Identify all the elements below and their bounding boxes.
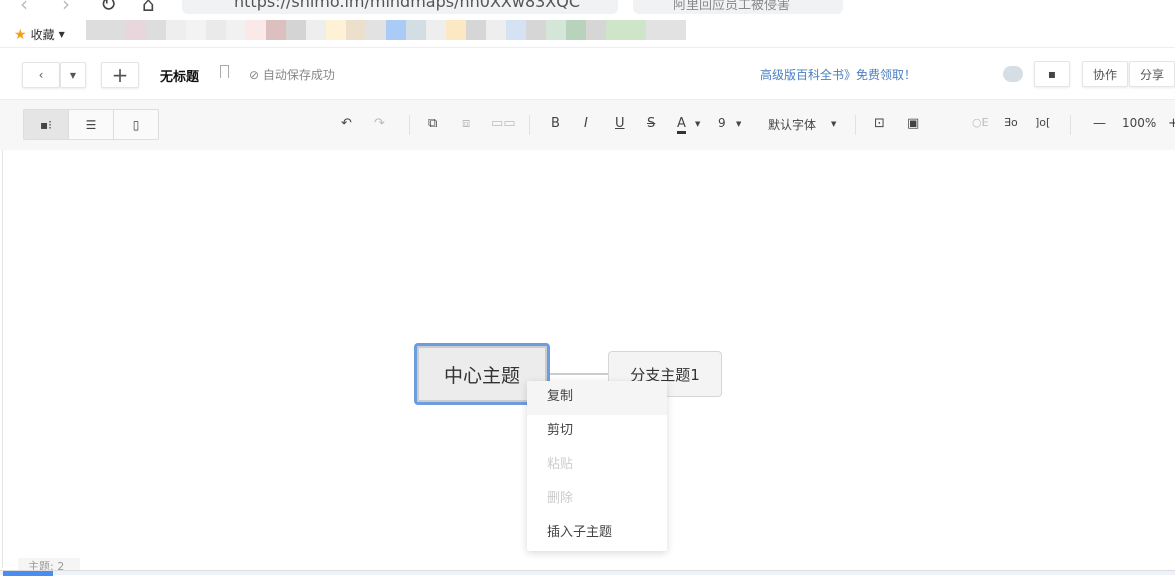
- forward-icon[interactable]: ›: [62, 0, 70, 16]
- bookmark-favorites[interactable]: ★ 收藏 ▼: [14, 26, 65, 43]
- new-button[interactable]: +: [101, 62, 139, 88]
- font-size-select[interactable]: 9: [718, 116, 726, 130]
- caret-down-icon: ▼: [58, 30, 65, 39]
- document-title[interactable]: 无标题: [160, 66, 199, 85]
- comment-button[interactable]: ▪: [1034, 61, 1070, 87]
- bookmark-icon[interactable]: [220, 65, 229, 78]
- address-bar[interactable]: https://shimo.im/mindmaps/nn0XXw83XQC: [182, 0, 618, 14]
- save-status-text: 自动保存成功: [262, 68, 335, 82]
- list-icon: ☰: [85, 117, 97, 132]
- align-right-icon[interactable]: ∃o: [1004, 116, 1018, 129]
- menu-item-copy[interactable]: 复制: [527, 381, 667, 415]
- view-mode-switch: ▪⁝ ☰ ▯: [23, 109, 159, 140]
- zoom-in-button[interactable]: +: [1168, 116, 1175, 131]
- context-menu: 复制 剪切 粘贴 删除 插入子主题: [527, 381, 667, 551]
- back-icon[interactable]: ‹: [20, 0, 28, 16]
- caret-down-icon[interactable]: ▼: [695, 120, 700, 128]
- app-header: ‹ ▼ + 无标题 ⊘ 自动保存成功 高级版百科全书》免费领取！ ▪ 协作 分享: [0, 48, 1175, 100]
- strikethrough-button[interactable]: S: [647, 116, 655, 131]
- collaborate-button[interactable]: 协作: [1082, 61, 1128, 87]
- taskbar-strip: [0, 570, 1175, 576]
- check-circle-icon: ⊘: [249, 68, 263, 82]
- outline-view-button[interactable]: ☰: [69, 110, 114, 139]
- caret-down-icon: ▼: [831, 120, 837, 128]
- zoom-out-button[interactable]: —: [1093, 116, 1106, 131]
- menu-item-insert-child[interactable]: 插入子主题: [527, 517, 667, 551]
- divider: [409, 115, 410, 135]
- sidebar-icon: ▯: [132, 117, 140, 132]
- menu-item-paste: 粘贴: [547, 457, 574, 472]
- save-status: ⊘ 自动保存成功: [249, 66, 335, 83]
- align-left-icon[interactable]: ○E: [972, 116, 989, 129]
- undo-icon[interactable]: ↶: [341, 116, 352, 131]
- editor-toolbar: ▪⁝ ☰ ▯ ↶ ↷ ⧉ ⧈ ▭▭ B I U S A ▼ 9 ▼ 默认字体 ▼…: [0, 100, 1175, 150]
- mindmap-icon: ▪⁝: [40, 117, 52, 132]
- divider: [1070, 115, 1071, 135]
- align-both-icon[interactable]: ]o[: [1035, 116, 1050, 129]
- menu-item-delete: 删除: [547, 491, 574, 506]
- caret-down-icon: ▼: [736, 120, 742, 128]
- blurred-bookmarks: [86, 20, 686, 40]
- comment-icon: ▪: [1047, 67, 1057, 81]
- divider: [855, 115, 856, 135]
- avatar[interactable]: [1003, 66, 1023, 82]
- star-icon: ★: [14, 26, 27, 43]
- plus-icon: +: [111, 63, 129, 87]
- divider: [529, 115, 530, 135]
- topic-count: 主题: 2: [18, 558, 80, 570]
- menu-item-cut[interactable]: 剪切: [527, 415, 667, 449]
- bookmark-folder-label: 收藏: [30, 28, 55, 42]
- add-sibling-icon[interactable]: ⧈: [462, 116, 470, 131]
- home-icon[interactable]: ⌂: [142, 0, 155, 16]
- zoom-level: 100%: [1122, 116, 1157, 130]
- branch-connector: [550, 373, 608, 375]
- image-icon[interactable]: ▣: [907, 116, 919, 131]
- back-button[interactable]: ‹: [22, 62, 60, 88]
- reload-icon[interactable]: ↻: [100, 0, 117, 16]
- add-parent-icon[interactable]: ▭▭: [491, 116, 516, 131]
- bold-button[interactable]: B: [551, 116, 560, 131]
- promo-banner[interactable]: 高级版百科全书》免费领取！: [760, 66, 916, 83]
- font-color-button[interactable]: A: [677, 116, 686, 134]
- browser-chrome: ‹ › ↻ ⌂ https://shimo.im/mindmaps/nn0XXw…: [0, 0, 1175, 20]
- panel-view-button[interactable]: ▯: [114, 110, 158, 139]
- chevron-left-icon: ‹: [38, 68, 44, 82]
- browser-search-box[interactable]: 阿里回应员工被侵害: [633, 0, 843, 14]
- underline-button[interactable]: U: [615, 116, 625, 131]
- mindmap-view-button[interactable]: ▪⁝: [24, 110, 69, 139]
- add-child-icon[interactable]: ⧉: [428, 116, 437, 131]
- active-indicator: [3, 571, 53, 576]
- redo-icon[interactable]: ↷: [374, 116, 385, 131]
- caret-down-icon: ▼: [69, 70, 77, 80]
- share-button[interactable]: 分享: [1129, 61, 1175, 87]
- note-icon[interactable]: ⊡: [874, 116, 885, 131]
- font-family-select[interactable]: 默认字体: [768, 116, 816, 133]
- italic-button[interactable]: I: [584, 116, 588, 131]
- bookmarks-bar: ★ 收藏 ▼: [0, 20, 1175, 48]
- history-dropdown-button[interactable]: ▼: [60, 62, 86, 88]
